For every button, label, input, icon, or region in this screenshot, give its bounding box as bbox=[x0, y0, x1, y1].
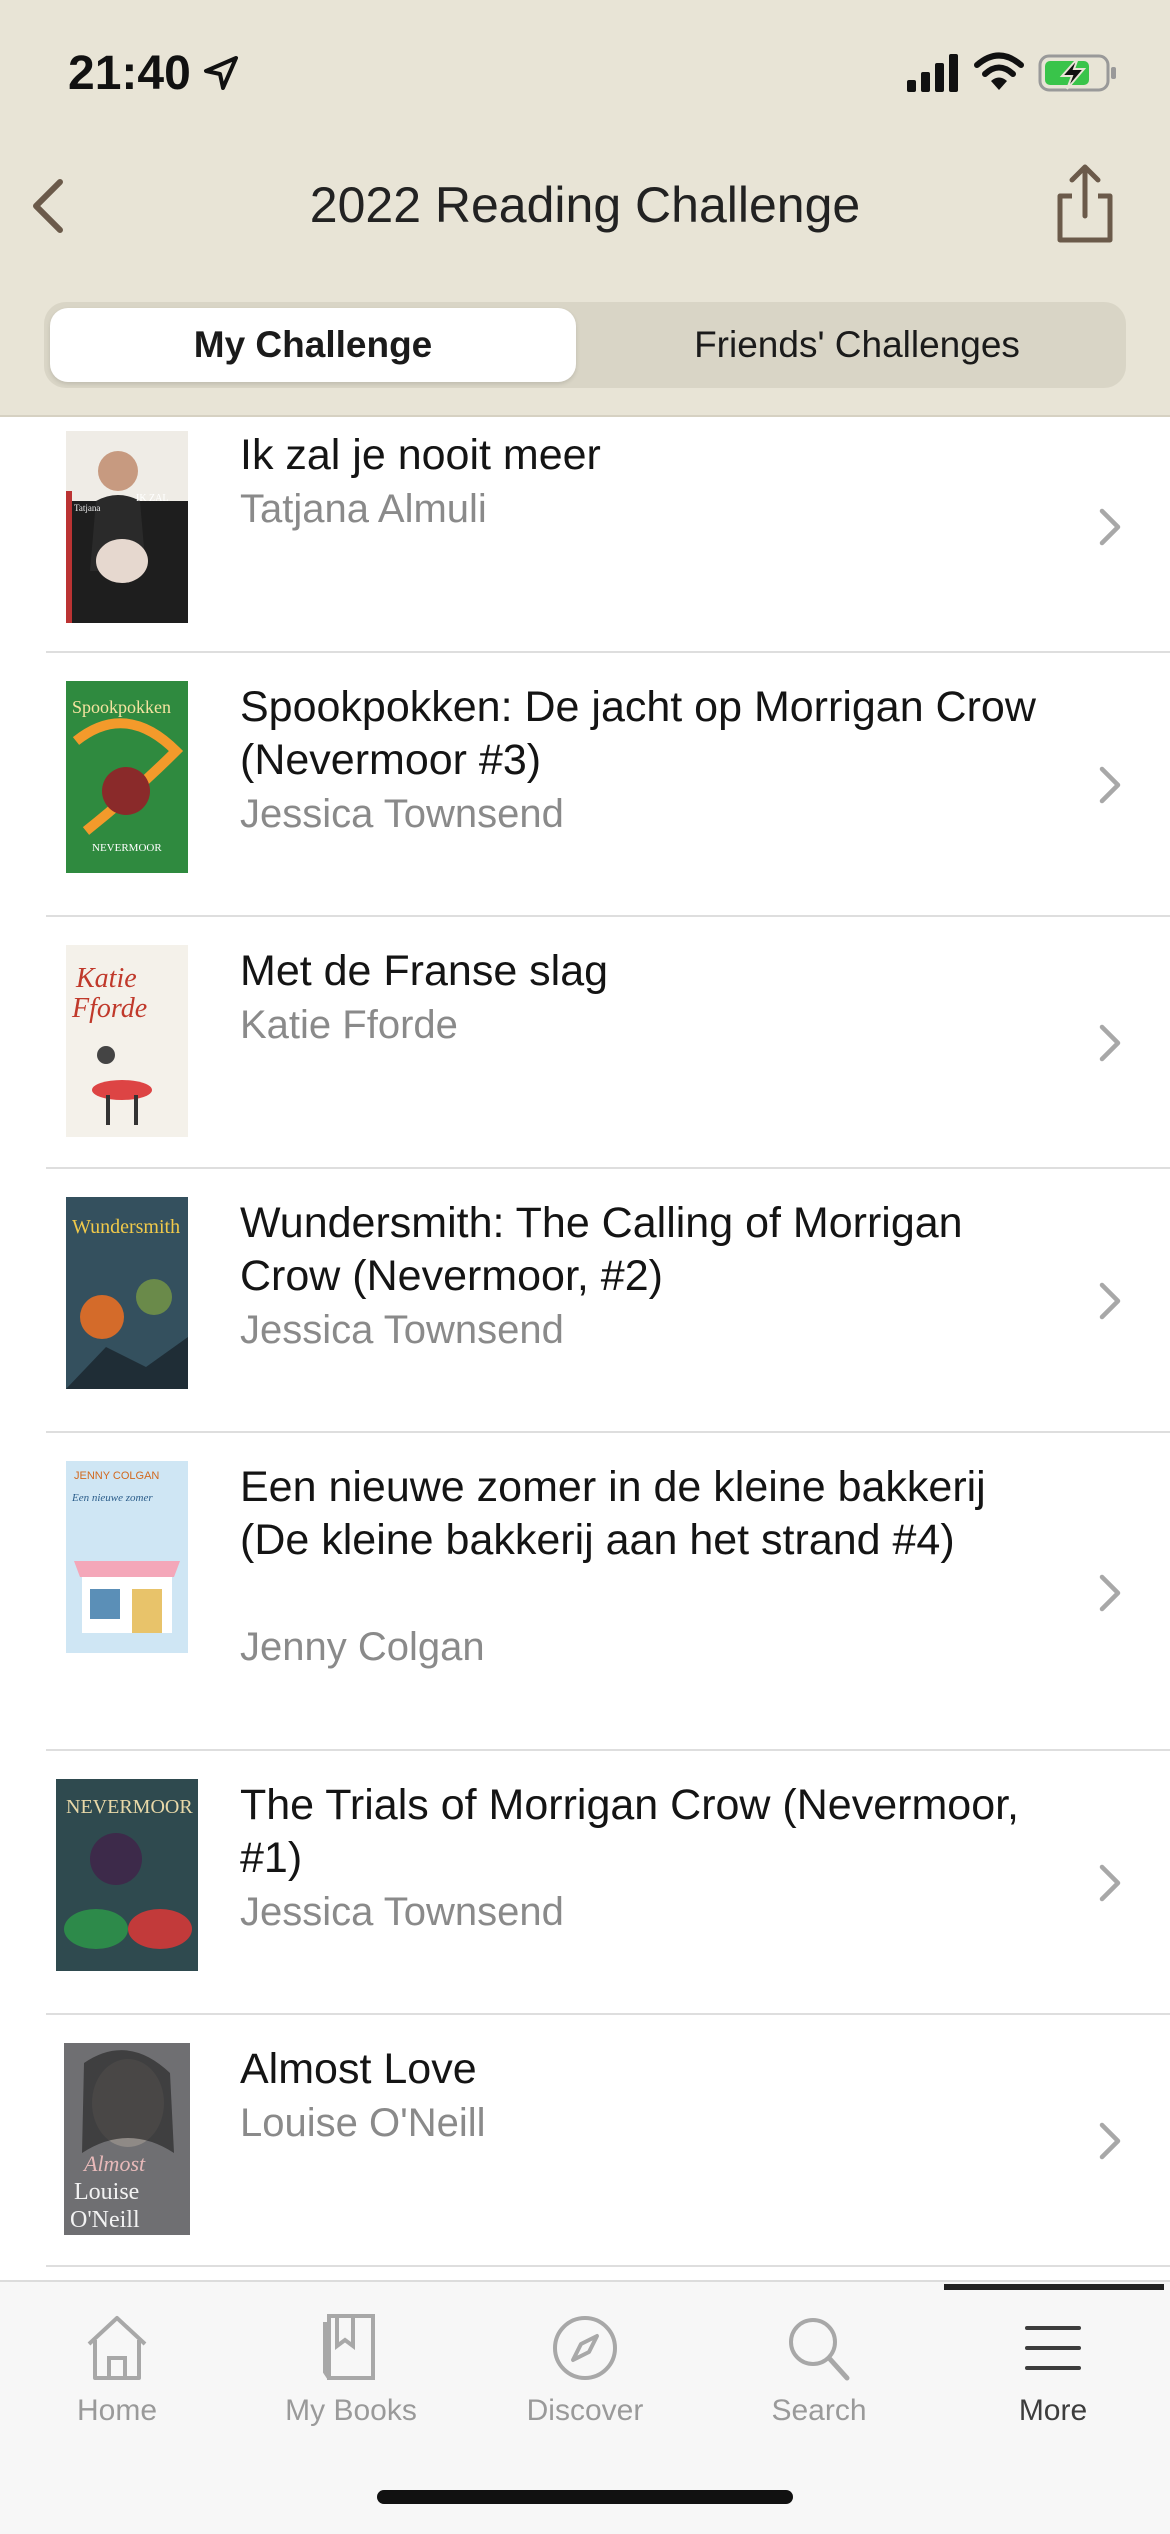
book-row[interactable]: Wundersmith Wundersmith: The Calling of … bbox=[0, 1169, 1170, 1433]
home-indicator bbox=[377, 2490, 793, 2504]
compass-icon bbox=[553, 2316, 617, 2380]
tab-label: My Books bbox=[285, 2394, 417, 2427]
svg-text:Louise: Louise bbox=[74, 2179, 139, 2205]
book-row[interactable]: Almost Louise O'Neill Almost Love Louise… bbox=[0, 2015, 1170, 2267]
tab-label: More bbox=[1018, 2394, 1088, 2427]
book-cover: IK ZAL Tatjana bbox=[66, 431, 188, 623]
chevron-right-icon bbox=[1099, 508, 1121, 546]
chevron-right-icon bbox=[1099, 1024, 1121, 1062]
svg-text:Een nieuwe zomer: Een nieuwe zomer bbox=[71, 1492, 153, 1504]
tab-my-books[interactable]: My Books bbox=[234, 2282, 468, 2482]
svg-text:Wundersmith: Wundersmith bbox=[72, 1216, 180, 1238]
book-author: Katie Fforde bbox=[240, 1003, 458, 1047]
book-title: Almost Love bbox=[240, 2045, 477, 2093]
book-cover: JENNY COLGAN Een nieuwe zomer bbox=[66, 1461, 188, 1653]
tab-friends-challenges[interactable]: Friends' Challenges bbox=[594, 308, 1120, 382]
book-row[interactable]: JENNY COLGAN Een nieuwe zomer Een nieuwe… bbox=[0, 1433, 1170, 1751]
book-cover: Wundersmith bbox=[66, 1197, 188, 1389]
battery-charging-icon bbox=[1038, 54, 1116, 92]
book-row[interactable]: IK ZAL Tatjana Ik zal je nooit meer Tatj… bbox=[0, 417, 1170, 653]
svg-text:Spookpokken: Spookpokken bbox=[72, 697, 171, 717]
book-title: Ik zal je nooit meer bbox=[240, 431, 601, 479]
book-title: Wundersmith: The Calling of Morrigan Cro… bbox=[240, 1199, 963, 1300]
tab-label: Home bbox=[76, 2394, 158, 2427]
book-cover: Katie Fforde bbox=[66, 945, 188, 1137]
book-author: Jessica Townsend bbox=[240, 1308, 564, 1352]
book-cover: NEVERMOOR bbox=[56, 1779, 198, 1971]
challenge-segmented-control: My Challenge Friends' Challenges bbox=[44, 302, 1126, 388]
svg-text:Tatjana: Tatjana bbox=[74, 503, 100, 513]
book-author: Jessica Townsend bbox=[240, 792, 564, 836]
chevron-right-icon bbox=[1099, 1282, 1121, 1320]
status-time: 21:40 bbox=[68, 47, 191, 100]
tab-my-challenge[interactable]: My Challenge bbox=[50, 308, 576, 382]
book-title: The Trials of Morrigan Crow (Nevermoor, … bbox=[240, 1781, 1019, 1882]
chevron-right-icon bbox=[1099, 766, 1121, 804]
svg-text:Fforde: Fforde bbox=[71, 993, 147, 1024]
home-icon bbox=[87, 2316, 147, 2380]
tab-search[interactable]: Search bbox=[702, 2282, 936, 2482]
svg-text:NEVERMOOR: NEVERMOOR bbox=[66, 1796, 193, 1818]
row-divider bbox=[46, 2265, 1170, 2267]
book-author: Jenny Colgan bbox=[240, 1625, 485, 1669]
svg-text:NEVERMOOR: NEVERMOOR bbox=[92, 842, 162, 854]
page-title: 2022 Reading Challenge bbox=[309, 177, 861, 233]
tab-more[interactable]: More bbox=[936, 2282, 1170, 2482]
book-cover: Almost Louise O'Neill bbox=[64, 2043, 190, 2235]
book-title: Met de Franse slag bbox=[240, 947, 609, 995]
book-title: Spookpokken: De jacht op Morrigan Crow (… bbox=[240, 683, 1036, 784]
menu-icon bbox=[1025, 2326, 1081, 2370]
chevron-right-icon bbox=[1099, 1864, 1121, 1902]
chevron-right-icon bbox=[1099, 2122, 1121, 2160]
wifi-icon bbox=[974, 52, 1024, 90]
search-icon bbox=[789, 2318, 850, 2381]
cellular-signal-icon bbox=[907, 54, 958, 92]
svg-text:Almost: Almost bbox=[82, 2151, 146, 2176]
book-title: Een nieuwe zomer in de kleine bakkerij (… bbox=[240, 1463, 986, 1564]
tab-label: Discover bbox=[526, 2394, 644, 2427]
book-row[interactable]: Spookpokken NEVERMOOR Spookpokken: De ja… bbox=[0, 653, 1170, 917]
tab-label: Search bbox=[771, 2394, 867, 2427]
svg-text:IK ZAL: IK ZAL bbox=[136, 493, 169, 504]
location-arrow-icon bbox=[204, 56, 238, 90]
chevron-right-icon bbox=[1099, 1574, 1121, 1612]
book-author: Tatjana Almuli bbox=[240, 487, 487, 531]
svg-text:JENNY COLGAN: JENNY COLGAN bbox=[74, 1470, 159, 1482]
book-row[interactable]: Katie Fforde Met de Franse slag Katie Ff… bbox=[0, 917, 1170, 1169]
active-tab-indicator bbox=[944, 2284, 1164, 2290]
app-header: 21:40 2022 Reading Challenge My Challeng… bbox=[0, 0, 1170, 417]
svg-text:O'Neill: O'Neill bbox=[70, 2207, 140, 2233]
book-row[interactable]: NEVERMOOR The Trials of Morrigan Crow (N… bbox=[0, 1751, 1170, 2015]
book-cover: Spookpokken NEVERMOOR bbox=[66, 681, 188, 873]
book-author: Jessica Townsend bbox=[240, 1890, 564, 1934]
tab-discover[interactable]: Discover bbox=[468, 2282, 702, 2482]
book-icon bbox=[323, 2314, 375, 2380]
svg-text:Katie: Katie bbox=[75, 963, 137, 994]
share-button[interactable] bbox=[1050, 162, 1120, 246]
tab-home[interactable]: Home bbox=[0, 2282, 234, 2482]
book-author: Louise O'Neill bbox=[240, 2101, 486, 2145]
